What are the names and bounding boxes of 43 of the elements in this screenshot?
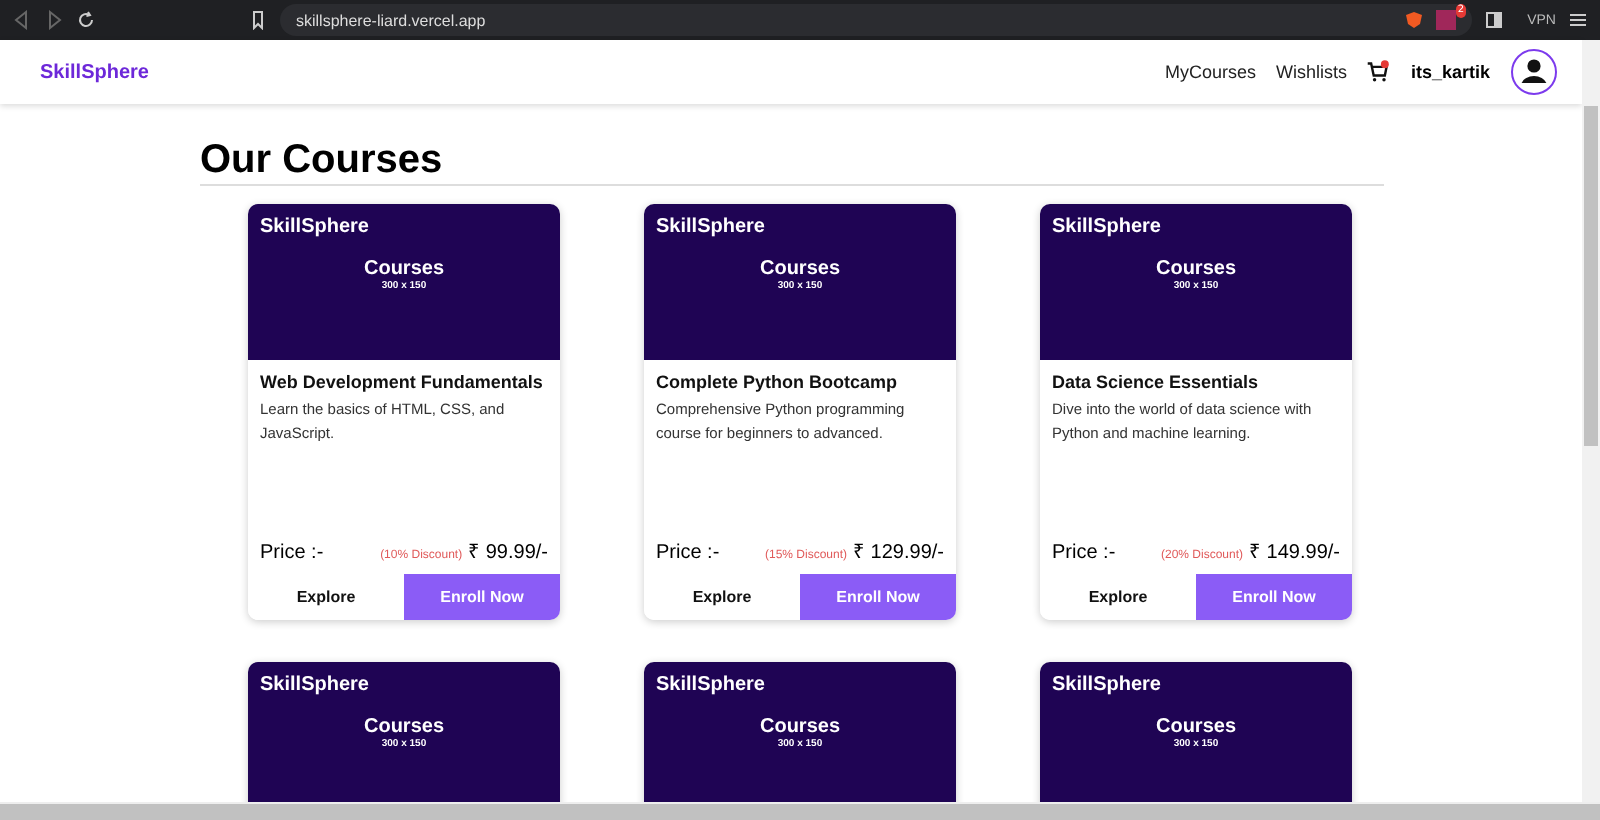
avatar-icon[interactable] (1510, 48, 1558, 96)
nav-link[interactable]: MyCourses (1164, 62, 1256, 82)
enroll-button[interactable]: Enroll Now (800, 574, 956, 620)
banner-brand: SkillSphere (1050, 214, 1161, 238)
banner-brand: SkillSphere (654, 214, 765, 238)
banner-title: Courses (363, 258, 444, 280)
forward-icon[interactable] (44, 10, 64, 30)
menu-icon[interactable] (1568, 10, 1588, 30)
banner-title: Courses (363, 716, 444, 738)
nav-link[interactable]: Wishlists (1275, 62, 1347, 82)
banner-title: Courses (1155, 258, 1236, 280)
banner-brand: SkillSphere (1050, 672, 1161, 696)
horizontal-scrollbar[interactable] (0, 802, 1600, 820)
bookmark-icon[interactable] (248, 10, 268, 30)
course-title: Web Development Fundamentals (260, 372, 545, 392)
banner-title: Courses (759, 258, 840, 280)
banner-brand: SkillSphere (258, 214, 369, 238)
sidebar-icon[interactable] (1484, 10, 1504, 30)
back-icon[interactable] (12, 10, 32, 30)
banner-brand: SkillSphere (654, 672, 765, 696)
course-title: Data Science Essentials (1052, 372, 1261, 392)
page-heading: Our Courses (200, 138, 1384, 186)
enroll-button[interactable]: Enroll Now (1196, 574, 1352, 620)
price-label: Price :- (656, 542, 722, 564)
price-value: ₹ 129.99/- (853, 540, 944, 564)
cart-icon[interactable] (1366, 60, 1391, 84)
price-label: Price :- (260, 542, 326, 564)
explore-button[interactable]: Explore (1040, 574, 1196, 620)
explore-button[interactable]: Explore (248, 574, 404, 620)
banner-title: Courses (759, 716, 840, 738)
price-value: ₹ 149.99/- (1249, 540, 1340, 564)
price-label: Price :- (1052, 542, 1118, 564)
shield-icon[interactable] (1404, 10, 1424, 30)
vertical-scrollbar[interactable] (1582, 40, 1600, 802)
price-value: ₹ 99.99/- (468, 540, 548, 564)
enroll-button[interactable]: Enroll Now (404, 574, 560, 620)
banner-title: Courses (1155, 716, 1236, 738)
explore-button[interactable]: Explore (644, 574, 800, 620)
brand-logo[interactable]: SkillSphere (40, 61, 149, 83)
reload-icon[interactable] (76, 10, 96, 30)
course-title: Complete Python Bootcamp (656, 372, 900, 392)
username[interactable]: its_kartik (1410, 62, 1490, 82)
banner-brand: SkillSphere (258, 672, 369, 696)
